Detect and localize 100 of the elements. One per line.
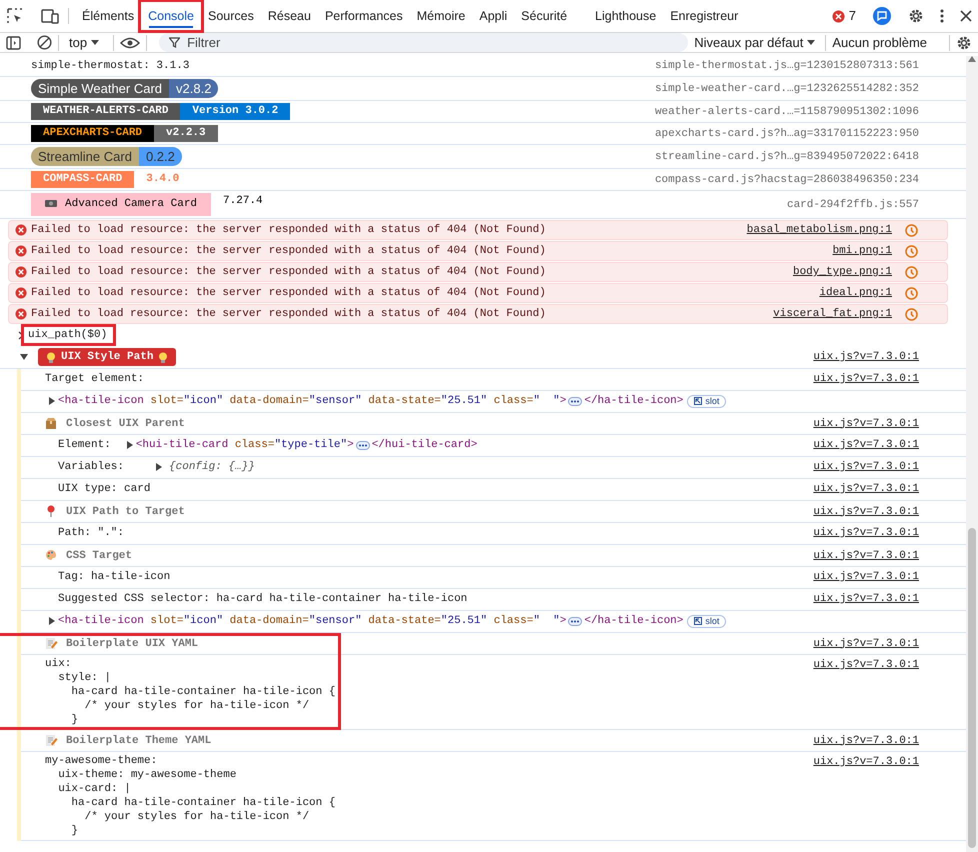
filter-field[interactable]: Filtrer [159,33,688,52]
prompt-icon [18,330,24,340]
source-link[interactable]: uix.js?v=7.3.0:1 [803,371,919,387]
source-link[interactable]: simple-thermostat.js…g=1230152807313:561 [644,58,919,74]
source-link[interactable]: simple-weather-card.…g=1232625514282:352 [644,80,919,96]
dots-icon [570,400,580,402]
tab[interactable]: Lighthouse [588,2,664,30]
source-link[interactable]: uix.js?v=7.3.0:1 [803,481,919,497]
more-icon[interactable] [940,9,944,23]
expand-arrow-icon[interactable] [49,397,55,405]
expand-arrow-icon[interactable] [126,441,133,449]
tab[interactable]: Console [141,2,201,30]
expand-arrow-icon[interactable] [156,463,162,471]
source-link[interactable]: uix.js?v=7.3.0:1 [803,754,919,770]
source-link[interactable]: uix.js?v=7.3.0:1 [803,349,919,365]
source-link[interactable]: uix.js?v=7.3.0:1 [803,437,919,453]
badge-label: Version 3.0.2 [192,105,278,117]
close-icon[interactable] [960,10,972,22]
tab[interactable]: Appli [472,2,514,30]
tab[interactable]: Enregistreur [663,2,746,30]
element-node[interactable]: <hui-tile-card class="type-tile"> [136,437,354,453]
sidebar-icon[interactable] [6,36,21,50]
expand-arrow-icon[interactable] [49,617,55,625]
expand-arrow-icon[interactable] [20,354,28,360]
section-icon [45,637,58,650]
code-text: uix: style: | ha-card ha-tile-container ha-tile-icon { /* your styles for ha-tile-icon */ } [45,657,336,727]
error-count[interactable]: 7 [832,6,856,26]
tab[interactable]: Sécurité [514,2,574,30]
badge-label: v2.2.3 [166,127,206,139]
bulb-icon [158,352,168,362]
source-link[interactable]: uix.js?v=7.3.0:1 [803,525,919,541]
object-preview[interactable]: {config: {…}} [169,459,255,475]
source-link[interactable]: uix.js?v=7.3.0:1 [803,732,919,748]
log-message: Failed to load resource: the server responded with a status of 404 (Not Found) [31,244,546,259]
device-icon[interactable] [40,7,60,25]
eye-icon[interactable] [120,36,140,48]
source-link[interactable]: uix.js?v=7.3.0:1 [803,636,919,652]
ellipsis-button[interactable] [568,396,582,406]
source-link[interactable]: uix.js?v=7.3.0:1 [803,569,919,585]
source-link[interactable]: apexcharts-card.js?h…ag=331701152223:950 [644,126,919,142]
levels-dropdown[interactable]: Niveaux par défaut [694,32,816,52]
source-link[interactable]: uix.js?v=7.3.0:1 [803,548,919,564]
code-text: my-awesome-theme: uix-theme: my-awesome-theme uix-card: | ha-card ha-tile-container ha-tile-icon { /* your styles for ha-tile-icon */ } [45,754,336,838]
tab[interactable]: Réseau [260,2,318,30]
source-link[interactable]: streamline-card.js?h…g=839495072022:6418 [644,148,919,164]
source-link[interactable]: body_type.png:1 [782,264,892,280]
log-message: UIX type: card [58,482,150,497]
section-title: Boilerplate Theme YAML [66,734,212,748]
settings-icon[interactable] [956,34,972,50]
source-link[interactable]: uix.js?v=7.3.0:1 [803,416,919,432]
tab[interactable]: Mémoire [410,2,472,30]
clear-icon[interactable] [37,35,52,50]
badge-label: WEATHER-ALERTS-CARD [43,105,168,117]
tab[interactable]: Éléments [75,2,142,30]
source-link[interactable]: bmi.png:1 [822,243,892,259]
log-message: Target element: [45,372,144,387]
source-link[interactable]: compass-card.js?hacstag=286038496350:234 [644,172,919,188]
log-message: Suggested CSS selector: ha-card ha-tile-container ha-tile-icon [58,592,468,607]
issues-button[interactable]: Aucun problème [832,32,927,52]
source-link[interactable]: uix.js?v=7.3.0:1 [803,657,919,673]
tab[interactable]: Sources [200,2,261,30]
badge-label: 7.27.4 [223,195,263,207]
filter-icon [169,36,180,48]
section-icon [45,417,58,430]
ellipsis-button[interactable] [568,616,582,626]
reveal-button[interactable]: slot [687,614,726,628]
section-icon [45,549,58,562]
source-link[interactable]: ideal.png:1 [809,285,892,301]
section-title: Boilerplate UIX YAML [66,636,198,652]
reveal-icon [694,617,702,625]
error-icon [15,224,27,236]
tab[interactable]: Performances [318,2,410,30]
source-link[interactable]: weather-alerts-card.…=1158790951302:1096 [644,104,919,120]
element-node[interactable]: <ha-tile-icon slot="icon" data-domain="sensor" data-state="25.51" class=" "> [58,613,566,629]
scrollbar[interactable] [966,56,978,852]
source-link[interactable]: uix.js?v=7.3.0:1 [803,504,919,520]
dots-icon [570,620,580,622]
source-link[interactable]: visceral_fat.png:1 [763,306,892,322]
section-title: UIX Path to Target [66,504,185,520]
scroll-up-icon[interactable] [968,56,976,62]
closing-tag: </ha-tile-icon> [584,613,684,629]
assistant-icon[interactable] [872,6,892,26]
closing-tag: </ha-tile-icon> [584,393,684,409]
ellipsis-button[interactable] [356,440,370,450]
field-label: Element: [58,438,111,453]
section-title: CSS Target [66,548,132,564]
caret-icon [807,40,816,45]
source-link[interactable]: basal_metabolism.png:1 [736,222,892,238]
scrollbar-thumb[interactable] [968,528,976,848]
inspect-icon[interactable] [6,7,24,25]
section-icon [45,734,58,747]
context-dropdown[interactable]: top [69,32,100,52]
section-title: Closest UIX Parent [66,416,185,432]
reveal-button[interactable]: slot [687,394,726,408]
source-link[interactable]: card-294f2ffb.js:557 [776,196,919,212]
source-link[interactable]: uix.js?v=7.3.0:1 [803,591,919,607]
element-node[interactable]: <ha-tile-icon slot="icon" data-domain="sensor" data-state="25.51" class=" "> [58,393,566,409]
badge-label: 3.4.0 [146,173,180,185]
source-link[interactable]: uix.js?v=7.3.0:1 [803,459,919,475]
settings-icon[interactable] [908,8,924,24]
